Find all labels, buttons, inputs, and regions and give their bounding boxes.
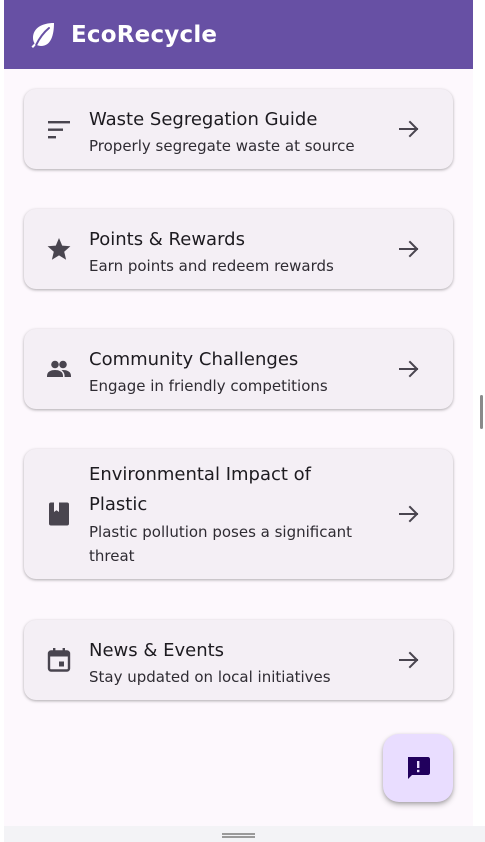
arrow-forward-icon — [399, 360, 419, 378]
card-subtitle: Stay updated on local initiatives — [89, 668, 331, 686]
calendar-icon — [47, 648, 71, 672]
card-environmental-impact[interactable]: Environmental Impact of Plastic Plastic … — [24, 449, 453, 579]
card-subtitle-line2: threat — [89, 547, 135, 565]
card-title: Community Challenges — [89, 349, 299, 370]
star-icon — [47, 238, 71, 260]
card-title: News & Events — [89, 640, 225, 661]
card-news-events[interactable]: News & Events Stay updated on local init… — [24, 620, 453, 700]
app-bar: EcoRecycle — [4, 0, 473, 69]
feedback-fab-button[interactable] — [383, 734, 453, 802]
people-icon — [47, 360, 71, 377]
card-title-line1: Environmental Impact of — [89, 464, 312, 485]
card-community-challenges[interactable]: Community Challenges Engage in friendly … — [24, 329, 453, 409]
card-subtitle: Earn points and redeem rewards — [89, 257, 334, 275]
scrollbar-thumb[interactable] — [480, 395, 483, 429]
card-title: Waste Segregation Guide — [89, 109, 318, 130]
arrow-forward-icon — [399, 651, 419, 669]
card-subtitle: Engage in friendly competitions — [89, 377, 328, 395]
leaf-icon — [31, 23, 54, 48]
sort-lines-icon — [48, 121, 70, 139]
card-subtitle: Properly segregate waste at source — [89, 137, 355, 155]
card-points-rewards[interactable]: Points & Rewards Earn points and redeem … — [24, 209, 453, 289]
app-screen: EcoRecycle Waste Segregation Guide Prope… — [4, 0, 473, 826]
book-icon — [49, 502, 69, 526]
card-waste-segregation-guide[interactable]: Waste Segregation Guide Properly segrega… — [24, 89, 453, 169]
resize-handle[interactable] — [222, 833, 255, 838]
arrow-forward-icon — [399, 505, 419, 523]
card-subtitle-line1: Plastic pollution poses a significant — [89, 523, 353, 541]
arrow-forward-icon — [399, 120, 419, 138]
card-title: Points & Rewards — [89, 229, 245, 250]
feedback-icon — [408, 757, 430, 779]
app-title: EcoRecycle — [71, 22, 218, 48]
card-title-line2: Plastic — [89, 494, 148, 515]
arrow-forward-icon — [399, 240, 419, 258]
